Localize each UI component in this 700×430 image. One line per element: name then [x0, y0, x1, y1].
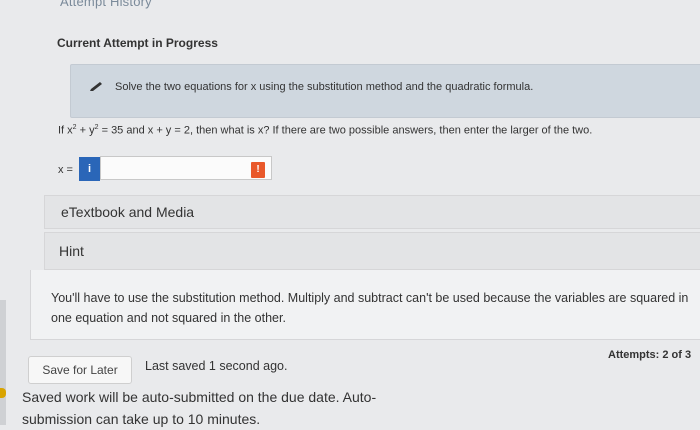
hint-toggle[interactable]: Hint [44, 232, 700, 270]
info-button[interactable]: i [79, 157, 100, 181]
pencil-icon [90, 82, 102, 91]
left-edge-strip [0, 300, 6, 425]
save-for-later-button[interactable]: Save for Later [28, 356, 132, 384]
attempts-counter: Attempts: 2 of 3 [608, 349, 692, 361]
question-text: If x2 + y2 = 35 and x + y = 2, then what… [58, 124, 593, 137]
auto-submit-note: Saved work will be auto-submitted on the… [22, 389, 377, 427]
hint-panel: You'll have to use the substitution meth… [30, 270, 700, 340]
hint-label: Hint [59, 243, 84, 259]
attempt-history-link[interactable]: Attempt History [60, 0, 152, 9]
status-indicator [0, 388, 6, 398]
hint-text: You'll have to use the substitution meth… [51, 291, 689, 325]
etextbook-label: eTextbook and Media [61, 204, 195, 220]
etextbook-media-panel[interactable]: eTextbook and Media [44, 195, 700, 229]
last-saved-text: Last saved 1 second ago. [145, 359, 288, 373]
instruction-text: Solve the two equations for x using the … [115, 81, 534, 93]
answer-input[interactable] [100, 156, 272, 180]
alert-icon[interactable]: ! [251, 162, 265, 178]
answer-label: x = [58, 164, 73, 176]
attempt-title: Current Attempt in Progress [57, 36, 218, 50]
instruction-banner: Solve the two equations for x using the … [70, 64, 700, 118]
